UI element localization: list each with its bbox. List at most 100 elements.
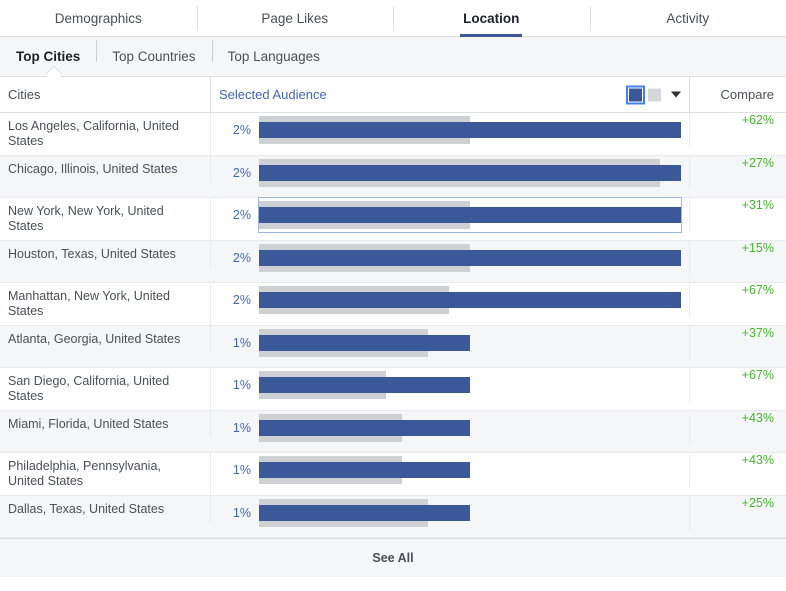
bar-track	[259, 368, 681, 402]
subtab-top-languages[interactable]: Top Languages	[211, 40, 336, 64]
see-all-button[interactable]: See All	[0, 538, 786, 577]
table-row[interactable]: Chicago, Illinois, United States 2% +27%	[0, 156, 786, 198]
cell-city: Dallas, Texas, United States	[0, 496, 211, 523]
bar-track	[259, 411, 681, 445]
compare-value: +62%	[741, 113, 774, 127]
bar-chart-cell[interactable]	[259, 241, 681, 275]
selected-series-swatch[interactable]	[626, 85, 645, 104]
percent-label: 1%	[232, 336, 251, 350]
table-row[interactable]: Philadelphia, Pennsylvania, United State…	[0, 453, 786, 496]
subtab-label: Top Countries	[112, 49, 196, 64]
selected-audience-bar	[259, 292, 681, 308]
subtab-label: Top Cities	[16, 49, 81, 64]
cell-selected-audience: 1%	[211, 453, 690, 487]
percent-label: 1%	[232, 378, 251, 392]
compare-value: +15%	[741, 241, 774, 255]
cell-compare: +67%	[690, 368, 786, 382]
bar-chart-cell[interactable]	[259, 368, 681, 402]
table-row[interactable]: Los Angeles, California, United States 2%…	[0, 113, 786, 156]
subtab-top-cities[interactable]: Top Cities	[12, 49, 96, 83]
selected-audience-bar	[259, 122, 681, 138]
cell-compare: +37%	[690, 326, 786, 340]
bar-chart-cell[interactable]	[259, 283, 681, 317]
header-link-selected-audience[interactable]: Selected Audience	[219, 87, 327, 102]
table-row[interactable]: Miami, Florida, United States 1% +43%	[0, 411, 786, 453]
cell-selected-audience: 1%	[211, 326, 690, 360]
table-row[interactable]: Manhattan, New York, United States 2% +67%	[0, 283, 786, 326]
bar-chart-cell[interactable]	[259, 326, 681, 360]
city-label: Miami, Florida, United States	[8, 417, 169, 431]
compare-value: +31%	[741, 198, 774, 212]
header-cell-selected-audience: Selected Audience	[211, 77, 690, 112]
bar-chart-cell[interactable]	[259, 496, 681, 530]
cell-city: Houston, Texas, United States	[0, 241, 211, 268]
city-label: Manhattan, New York, United States	[8, 289, 170, 318]
cell-selected-audience: 2%	[211, 197, 690, 233]
city-label: Philadelphia, Pennsylvania, United State…	[8, 459, 161, 488]
see-all-label: See All	[372, 551, 414, 565]
city-label: New York, New York, United States	[8, 204, 164, 233]
cell-city: Manhattan, New York, United States	[0, 283, 211, 325]
bar-chart-cell[interactable]	[259, 411, 681, 445]
cell-compare: +43%	[690, 411, 786, 425]
table-body: Los Angeles, California, United States 2%…	[0, 113, 786, 538]
cell-city: Philadelphia, Pennsylvania, United State…	[0, 453, 211, 495]
top-cities-table: Cities Selected Audience Compare Los Ang…	[0, 77, 786, 538]
percent-label: 1%	[232, 421, 251, 435]
table-row[interactable]: Dallas, Texas, United States 1% +25%	[0, 496, 786, 538]
compare-value: +67%	[741, 283, 774, 297]
selected-audience-bar	[259, 250, 681, 266]
cell-selected-audience: 2%	[211, 113, 690, 147]
cell-selected-audience: 1%	[211, 368, 690, 402]
bar-chart-cell[interactable]	[259, 156, 681, 190]
table-row[interactable]: Atlanta, Georgia, United States 1% +37%	[0, 326, 786, 368]
percent-label: 2%	[232, 123, 251, 137]
cell-compare: +27%	[690, 156, 786, 170]
header-label-compare: Compare	[720, 87, 774, 102]
sub-tab-bar: Top Cities Top Countries Top Languages	[0, 37, 786, 83]
bar-track	[259, 241, 681, 275]
cell-city: Chicago, Illinois, United States	[0, 156, 211, 183]
percent-label: 1%	[232, 506, 251, 520]
tab-demographics[interactable]: Demographics	[0, 0, 197, 36]
tab-location[interactable]: Location	[393, 0, 590, 36]
cell-compare: +15%	[690, 241, 786, 255]
bar-track	[259, 156, 681, 190]
bar-track	[259, 113, 681, 147]
subtab-top-countries[interactable]: Top Countries	[96, 40, 211, 64]
series-legend	[626, 85, 681, 104]
audience-insights-location-panel: Demographics Page Likes Location Activity T…	[0, 0, 786, 591]
table-row[interactable]: New York, New York, United States 2% +31%	[0, 197, 786, 241]
percent-label: 2%	[232, 166, 251, 180]
compare-value: +43%	[741, 453, 774, 467]
table-row[interactable]: San Diego, California, United States 1% +6…	[0, 368, 786, 411]
selected-audience-bar	[259, 165, 681, 181]
tab-label: Activity	[666, 10, 710, 26]
bar-chart-cell[interactable]	[259, 113, 681, 147]
city-label: Los Angeles, California, United States	[8, 119, 179, 148]
cell-compare: +67%	[690, 283, 786, 297]
percent-label: 2%	[232, 293, 251, 307]
compare-value: +27%	[741, 156, 774, 170]
tab-label: Location	[463, 10, 520, 26]
bar-track	[259, 496, 681, 530]
table-row[interactable]: Houston, Texas, United States 2% +15%	[0, 241, 786, 283]
cell-city: Miami, Florida, United States	[0, 411, 211, 438]
chevron-down-icon[interactable]	[671, 91, 681, 98]
bar-chart-cell[interactable]	[259, 453, 681, 487]
comparison-series-swatch[interactable]	[648, 88, 661, 101]
city-label: Chicago, Illinois, United States	[8, 162, 178, 176]
selected-audience-bar	[259, 462, 470, 478]
tab-page-likes[interactable]: Page Likes	[196, 0, 394, 36]
compare-value: +43%	[741, 411, 774, 425]
bar-track	[259, 326, 681, 360]
cell-city: San Diego, California, United States	[0, 368, 211, 410]
city-label: San Diego, California, United States	[8, 374, 170, 403]
bar-chart-cell[interactable]	[258, 197, 682, 233]
header-cell-compare: Compare	[690, 77, 786, 112]
tab-activity[interactable]: Activity	[589, 0, 786, 36]
cell-selected-audience: 2%	[211, 283, 690, 317]
percent-label: 2%	[232, 251, 251, 265]
header-label-cities: Cities	[8, 87, 41, 102]
selected-audience-bar	[259, 505, 470, 521]
